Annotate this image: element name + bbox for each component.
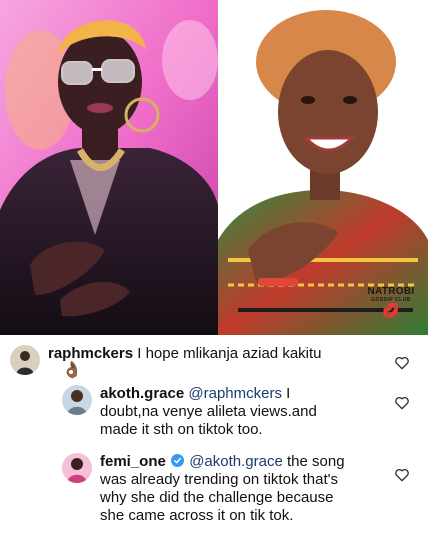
comment-text-2: was already trending on tiktok that's — [100, 471, 338, 488]
comment-text-4: she came across it on tik tok. — [100, 507, 294, 524]
comment-body: raphmckers I hope mlikanja aziad kakitu — [48, 345, 322, 375]
comment-text-1: the song — [287, 453, 345, 470]
like-heart-icon[interactable] — [394, 396, 410, 410]
watermark-name: NATROBI — [367, 286, 415, 297]
comment-mention[interactable]: @raphmckers — [188, 385, 282, 402]
comment-body: femi_one @akoth.grace the song was alrea… — [100, 453, 345, 525]
comment-body: akoth.grace @raphmckers I doubt,na venye… — [100, 385, 317, 439]
watermark-logo: NATROBI GOSSIP CLUB 💋 — [358, 286, 424, 318]
comment-line-1: akoth.grace @raphmckers I — [100, 385, 317, 403]
photo-left-illustration — [0, 0, 218, 335]
comment-text-1: I — [286, 385, 291, 402]
comment-username[interactable]: akoth.grace — [100, 385, 184, 402]
comment-username[interactable]: femi_one — [100, 453, 166, 470]
avatar-raphmckers[interactable] — [10, 345, 40, 375]
comment-line-1: femi_one @akoth.grace the song — [100, 453, 345, 471]
comment-femi-one: femi_one @akoth.grace the song was alrea… — [62, 453, 392, 525]
comment-text-3: made it sth on tiktok too. — [100, 421, 263, 438]
avatar-femi-one[interactable] — [62, 453, 92, 483]
avatar-image — [62, 385, 92, 415]
avatar-image — [62, 453, 92, 483]
avatar-akoth-grace[interactable] — [62, 385, 92, 415]
avatar-image — [10, 345, 40, 375]
verified-badge-icon — [171, 454, 185, 467]
comment-akoth-grace: akoth.grace @raphmckers I doubt,na venye… — [62, 385, 392, 439]
ok-hand-emoji: 👌🏾 — [62, 362, 82, 379]
comment-text-2: doubt,na venye alileta views.and — [100, 403, 317, 420]
like-heart-icon[interactable] — [394, 356, 410, 370]
photo-right-illustration — [218, 0, 428, 335]
comments-section: raphmckers I hope mlikanja aziad kakitu … — [0, 335, 428, 541]
lips-icon: 💋 — [382, 302, 400, 318]
comment-mention[interactable]: @akoth.grace — [189, 453, 283, 470]
photo-right: NATROBI GOSSIP CLUB 💋 — [218, 0, 428, 335]
comment-text: I hope mlikanja aziad kakitu — [137, 345, 322, 362]
comment-text-3: why she did the challenge because — [100, 489, 334, 506]
photo-left — [0, 0, 218, 335]
like-heart-icon[interactable] — [394, 468, 410, 482]
comment-username[interactable]: raphmckers — [48, 345, 133, 362]
post-image[interactable]: NATROBI GOSSIP CLUB 💋 — [0, 0, 428, 335]
